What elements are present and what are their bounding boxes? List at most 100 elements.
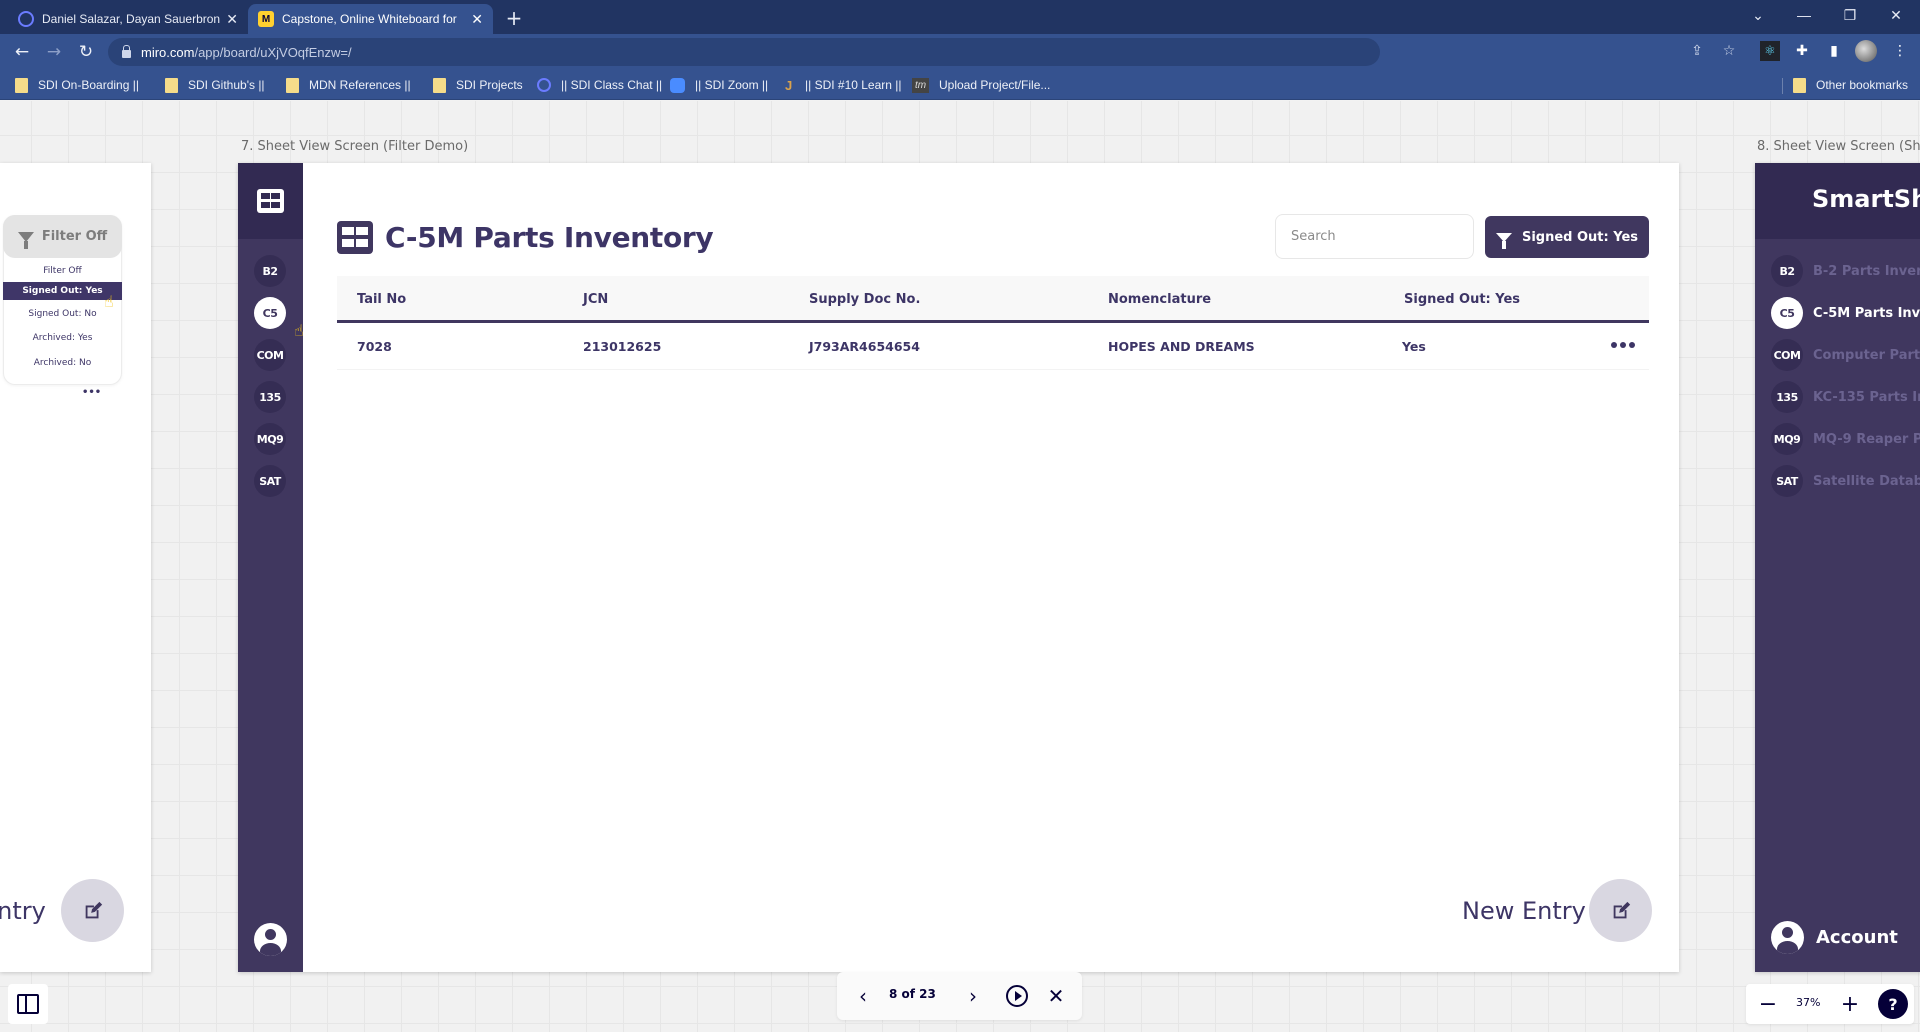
bookmark[interactable]: SDI Projects — [433, 76, 523, 94]
share-icon[interactable]: ⇪ — [1686, 40, 1708, 62]
new-entry-label: New Entry — [1462, 897, 1586, 925]
bookmark[interactable]: J || SDI #10 Learn || — [785, 76, 902, 94]
zoom-out-button[interactable]: − — [1754, 990, 1782, 1018]
help-button[interactable]: ? — [1878, 989, 1908, 1019]
bookmark[interactable]: SDI On-Boarding || — [15, 76, 139, 94]
column-header-tail-no[interactable]: Tail No — [357, 276, 406, 323]
sidebar-item-sat[interactable]: SAT Satellite Databa — [1771, 465, 1920, 497]
sidebar-item-sat[interactable]: SAT — [254, 465, 286, 497]
address-bar[interactable]: miro.com/app/board/uXjVOqfEnzw=/ — [108, 38, 1380, 66]
column-header-nomenclature[interactable]: Nomenclature — [1108, 276, 1211, 323]
folder-icon — [433, 77, 446, 93]
profile-avatar[interactable] — [1855, 40, 1877, 62]
side-panel-icon[interactable]: ▮ — [1822, 39, 1846, 63]
next-frame-button[interactable]: › — [959, 982, 987, 1010]
reload-button[interactable]: ↻ — [72, 38, 100, 66]
zoom-in-button[interactable]: + — [1836, 990, 1864, 1018]
previous-frame-button[interactable]: ‹ — [849, 982, 877, 1010]
filter-icon — [17, 231, 34, 249]
sidebar-item-c5[interactable]: C5 — [254, 297, 286, 329]
edit-icon — [1613, 901, 1630, 918]
tab-search-button[interactable]: ⌄ — [1735, 0, 1781, 30]
zoom-controls: − 37% + ? — [1746, 984, 1914, 1024]
bookmark[interactable]: tm Upload Project/File... — [912, 76, 1050, 94]
account-button[interactable]: Account — [1771, 921, 1898, 954]
sidebar-item-c5[interactable]: C5 C-5M Parts Inve — [1771, 297, 1920, 329]
bookmark[interactable]: || SDI Zoom || — [670, 76, 768, 94]
column-header-supply-doc[interactable]: Supply Doc No. — [809, 276, 920, 323]
page-title: C-5M Parts Inventory — [385, 221, 714, 254]
sidebar-item-135[interactable]: 135KC-135 Parts Inv — [1771, 381, 1920, 413]
sidebar-header: SmartShe — [1755, 163, 1920, 239]
sidebar-item-b2[interactable]: B2 — [254, 255, 286, 287]
frame-sheet-view-expanded[interactable]: SmartShe B2B-2 Parts Invent C5C-5M Parts… — [1755, 163, 1920, 972]
grid-icon — [257, 189, 284, 213]
frames-panel-button[interactable] — [8, 984, 48, 1024]
new-tab-button[interactable]: + — [500, 4, 528, 32]
minimize-button[interactable]: — — [1781, 0, 1827, 30]
miro-icon: M — [258, 11, 274, 27]
close-tab-icon[interactable]: ✕ — [226, 11, 238, 28]
close-window-button[interactable]: ✕ — [1873, 0, 1919, 30]
sidebar-item-mq9[interactable]: MQ9 MQ-9 Reaper Pa — [1771, 423, 1920, 455]
react-devtools-icon[interactable]: ⚛ — [1760, 41, 1780, 61]
edit-icon — [85, 901, 102, 918]
sidebar-item-com[interactable]: COM — [254, 339, 286, 371]
forward-button[interactable]: → — [40, 38, 68, 66]
panel-icon — [17, 994, 39, 1014]
cell-nomenclature: HOPES AND DREAMS — [1108, 339, 1255, 354]
sidebar-header[interactable] — [238, 163, 303, 239]
sidebar-item-com[interactable]: COM Computer Parts — [1771, 339, 1920, 371]
row-menu-icon[interactable] — [1609, 335, 1637, 355]
filter-button[interactable]: Signed Out: Yes — [1485, 216, 1649, 258]
bookmark[interactable]: || SDI Class Chat || — [537, 76, 662, 94]
new-entry-button[interactable] — [1589, 879, 1652, 942]
bookmark[interactable]: SDI Github's || — [165, 76, 265, 94]
browser-tab-inactive[interactable]: Daniel Salazar, Dayan Sauerbronn ✕ — [8, 4, 248, 34]
filter-off-button[interactable]: Filter Off — [3, 215, 122, 258]
play-icon — [1006, 985, 1028, 1007]
account-icon[interactable] — [254, 923, 287, 956]
table-row[interactable]: 7028 213012625 J793AR4654654 HOPES AND D… — [337, 323, 1649, 370]
restore-button[interactable]: ❐ — [1827, 0, 1873, 30]
sidebar-item-b2[interactable]: B2 B-2 Parts Invent — [1771, 255, 1920, 287]
pointer-hand-icon: ☝ — [294, 321, 304, 340]
close-presentation-button[interactable]: ✕ — [1042, 982, 1070, 1010]
star-icon[interactable]: ☆ — [1718, 40, 1740, 62]
browser-tab-active[interactable]: M Capstone, Online Whiteboard for ✕ — [248, 4, 493, 34]
play-button[interactable] — [1003, 982, 1031, 1010]
column-header-signed-out[interactable]: Signed Out: Yes — [1404, 276, 1520, 323]
sidebar-item-135[interactable]: 135 — [254, 381, 286, 413]
cell-signed-out: Yes — [1402, 339, 1426, 354]
zoom-level[interactable]: 37% — [1796, 996, 1820, 1009]
close-tab-icon[interactable]: ✕ — [471, 11, 483, 28]
other-bookmarks[interactable]: Other bookmarks — [1793, 76, 1908, 94]
new-entry-button[interactable] — [61, 879, 124, 942]
brand-title: SmartShe — [1812, 185, 1920, 213]
bookmark[interactable]: MDN References || — [286, 76, 411, 94]
filter-option-filter-off[interactable]: Filter Off — [3, 262, 122, 280]
browser-tab-bar: Daniel Salazar, Dayan Sauerbronn ✕ M Cap… — [0, 0, 1920, 34]
more-menu-icon[interactable]: ⋮ — [1888, 39, 1912, 63]
tab-title: Daniel Salazar, Dayan Sauerbronn — [42, 12, 221, 26]
frame-filter-dropdown-demo[interactable]: Filter Off Filter Off Signed Out: Yes Si… — [0, 163, 151, 972]
page-header: C-5M Parts Inventory — [337, 221, 714, 254]
filter-option-archived-yes[interactable]: Archived: Yes — [3, 329, 122, 347]
search-input[interactable] — [1275, 214, 1474, 259]
filter-option-archived-no[interactable]: Archived: No — [3, 354, 122, 372]
timer-icon — [18, 11, 34, 27]
tm-icon: tm — [912, 77, 929, 93]
row-menu-icon[interactable]: ••• — [82, 387, 101, 398]
frame-label: 8. Sheet View Screen (Sheet — [1757, 139, 1920, 154]
frame-sheet-view[interactable]: B2 C5 COM 135 MQ9 SAT ☝ C-5M Parts Inven… — [238, 163, 1679, 972]
back-button[interactable]: ← — [8, 38, 36, 66]
column-header-jcn[interactable]: JCN — [583, 276, 608, 323]
extensions-icon[interactable]: ✚ — [1790, 39, 1814, 63]
zoom-icon — [670, 77, 685, 93]
learn-icon: J — [785, 77, 793, 93]
new-entry-label: Entry — [0, 897, 46, 925]
sidebar-item-mq9[interactable]: MQ9 — [254, 423, 286, 455]
tab-title: Capstone, Online Whiteboard for — [282, 12, 457, 26]
bookmarks-bar: SDI On-Boarding || SDI Github's || MDN R… — [0, 70, 1920, 100]
folder-icon — [165, 77, 178, 93]
